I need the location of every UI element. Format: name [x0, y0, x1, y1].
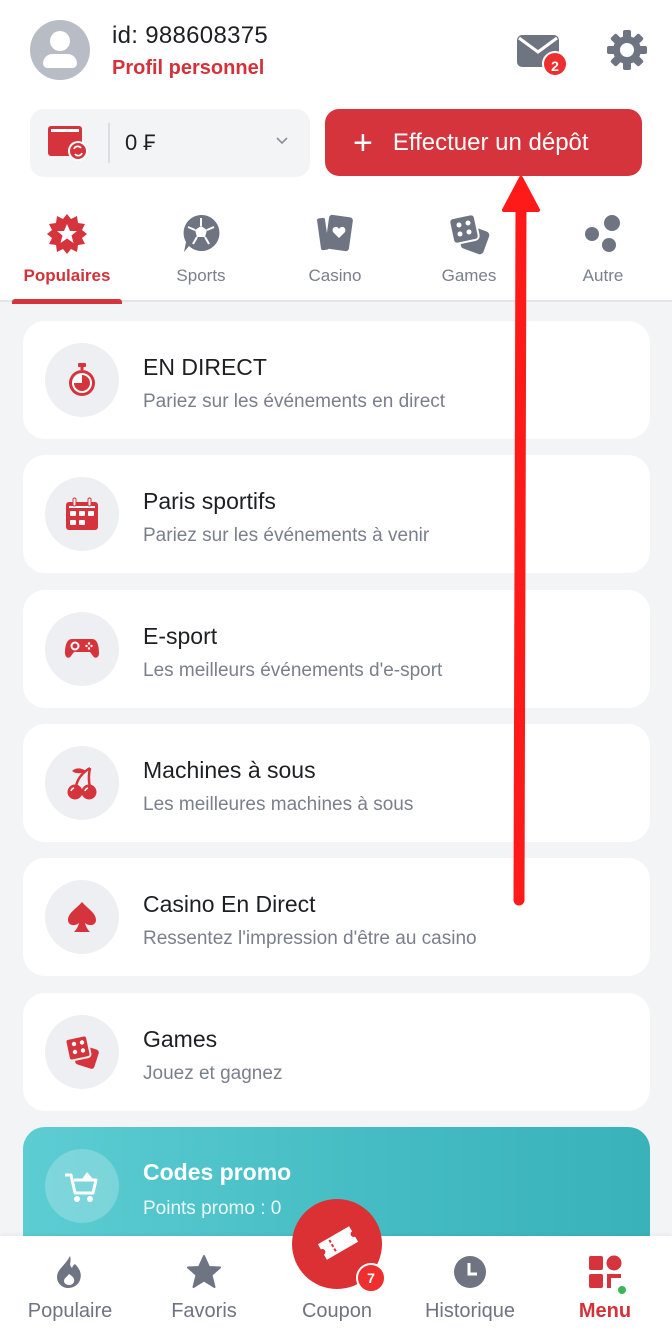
nav-label: Populaire	[27, 1300, 113, 1322]
nav-label: Historique	[424, 1300, 516, 1322]
coupon-badge: 7	[356, 1263, 386, 1293]
menu-item-en-direct[interactable]: EN DIRECT Pariez sur les événements en d…	[23, 321, 650, 439]
tab-label: Autre	[582, 266, 624, 285]
tab-games[interactable]: Games	[402, 206, 536, 302]
tab-autre[interactable]: Autre	[536, 206, 670, 302]
circles-icon	[585, 215, 620, 252]
menu-item-title: E-sport	[143, 623, 218, 649]
icon-circle	[45, 746, 119, 820]
star-badge-icon	[47, 214, 87, 254]
avatar-head	[50, 31, 70, 51]
menu-item-games[interactable]: Games Jouez et gagnez	[23, 993, 650, 1111]
category-tabs: Populaires Sports Casino Games Autre	[0, 206, 672, 304]
gear-icon[interactable]	[605, 28, 649, 72]
dice-icon	[64, 1034, 99, 1069]
cherries-icon	[67, 766, 97, 800]
icon-circle	[45, 1015, 119, 1089]
nav-populaire[interactable]: Populaire	[3, 1236, 137, 1342]
menu-item-subtitle: Ressentez l'impression d'être au casino	[143, 928, 477, 949]
cart-icon	[65, 1172, 98, 1202]
calendar-icon	[66, 497, 98, 530]
menu-item-paris-sportifs[interactable]: Paris sportifs Pariez sur les événements…	[23, 455, 650, 573]
tab-label: Casino	[308, 266, 362, 285]
promo-points: Points promo : 0	[143, 1198, 282, 1219]
icon-circle	[45, 1149, 119, 1223]
menu-item-title: Paris sportifs	[143, 488, 276, 514]
menu-item-title: Machines à sous	[143, 757, 316, 783]
balance-selector[interactable]: 0 ₣	[30, 109, 310, 177]
wallet-refresh-icon	[48, 126, 88, 161]
dice-icon	[448, 213, 490, 255]
icon-circle	[45, 343, 119, 417]
top-section: id: 988608375 Profil personnel 2 0 ₣ + E…	[0, 0, 672, 304]
cards-icon	[317, 214, 353, 252]
nav-label: Coupon	[301, 1300, 373, 1322]
icon-circle	[45, 477, 119, 551]
stopwatch-icon	[69, 363, 95, 396]
nav-label: Favoris	[171, 1300, 237, 1322]
tab-sports[interactable]: Sports	[134, 206, 268, 302]
menu-item-title: Casino En Direct	[143, 891, 316, 917]
tab-casino[interactable]: Casino	[268, 206, 402, 302]
menu-item-subtitle: Les meilleurs événements d'e-sport	[143, 660, 443, 681]
deposit-button[interactable]: + Effectuer un dépôt	[325, 109, 642, 176]
menu-item-machines-a-sous[interactable]: Machines à sous Les meilleures machines …	[23, 724, 650, 842]
ticket-icon	[317, 1226, 359, 1260]
user-id: id: 988608375	[112, 22, 269, 49]
spade-icon	[68, 902, 96, 932]
menu-item-e-sport[interactable]: E-sport Les meilleurs événements d'e-spo…	[23, 590, 650, 708]
mail-badge: 2	[542, 51, 568, 77]
active-tab-indicator	[12, 299, 122, 304]
tab-label: Games	[441, 266, 497, 285]
nav-favoris[interactable]: Favoris	[137, 1236, 271, 1342]
avatar-body	[43, 54, 77, 68]
flame-icon	[57, 1256, 81, 1288]
gamepad-icon	[65, 639, 99, 658]
tab-populaires[interactable]: Populaires	[0, 206, 134, 304]
balance-divider	[108, 123, 110, 163]
menu-item-title: Games	[143, 1026, 218, 1052]
avatar[interactable]	[30, 20, 90, 80]
star-icon	[187, 1255, 221, 1288]
clock-icon	[454, 1256, 486, 1288]
menu-item-subtitle: Les meilleures machines à sous	[143, 794, 414, 815]
deposit-label: Effectuer un dépôt	[392, 128, 589, 156]
balance-value: 0 ₣	[125, 130, 156, 155]
menu-status-dot	[616, 1284, 628, 1296]
menu-item-subtitle: Pariez sur les événements à venir	[143, 525, 430, 546]
menu-item-casino-en-direct[interactable]: Casino En Direct Ressentez l'impression …	[23, 858, 650, 976]
soccer-ball-icon	[183, 214, 220, 252]
nav-historique[interactable]: Historique	[403, 1236, 537, 1342]
plus-icon: +	[353, 123, 373, 162]
tab-label: Sports	[176, 266, 226, 285]
tab-label: Populaires	[23, 266, 111, 285]
menu-item-subtitle: Jouez et gagnez	[143, 1063, 283, 1084]
nav-label: Menu	[578, 1300, 632, 1322]
profile-link[interactable]: Profil personnel	[112, 57, 264, 80]
promo-title: Codes promo	[143, 1159, 292, 1185]
nav-menu[interactable]: Menu	[538, 1236, 672, 1342]
icon-circle	[45, 880, 119, 954]
menu-item-subtitle: Pariez sur les événements en direct	[143, 391, 446, 412]
icon-circle	[45, 612, 119, 686]
chevron-down-icon	[276, 137, 288, 145]
menu-item-title: EN DIRECT	[143, 354, 267, 380]
